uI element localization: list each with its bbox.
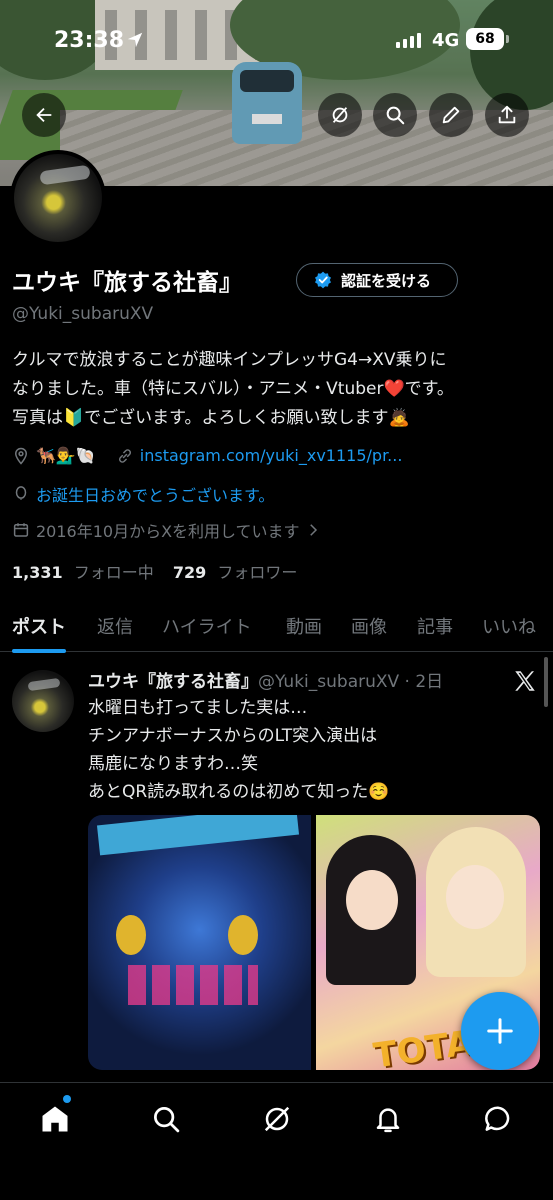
nav-home[interactable] (35, 1099, 75, 1139)
bio-line: クルマで放浪することが趣味インプレッサG4→XV乗りに (12, 350, 447, 370)
get-verified-label: 認証を受ける (341, 271, 432, 290)
back-arrow-icon (36, 107, 52, 123)
search-button[interactable] (373, 93, 417, 137)
post-line: 水曜日も打ってました実は… (88, 698, 308, 718)
following-count[interactable]: 1,331 (12, 563, 63, 582)
status-time: 23:38 (54, 28, 125, 53)
birthday-row: お誕生日おめでとうございます。 (12, 482, 274, 506)
messages-icon (485, 1106, 510, 1131)
notification-dot (63, 1095, 71, 1103)
joined-row[interactable]: 2016年10月からXを利用しています (12, 518, 328, 542)
tab-highlights[interactable]: ハイライト (162, 600, 252, 652)
tab-articles[interactable]: 記事 (417, 600, 453, 652)
location-pin-icon (14, 447, 28, 465)
signal-icon (396, 32, 421, 48)
get-verified-button[interactable]: 認証を受ける (296, 263, 458, 297)
share-icon (498, 105, 516, 124)
bio-line: なりました。車（特にスバル）・アニメ・Vtuber❤️です。 (12, 379, 454, 399)
bottom-nav (0, 1082, 553, 1200)
followers-count[interactable]: 729 (173, 563, 206, 582)
followers-label[interactable]: フォロワー (217, 563, 297, 582)
nav-search[interactable] (146, 1099, 186, 1139)
search-icon (386, 106, 405, 125)
link-icon (118, 448, 131, 463)
nav-messages[interactable] (478, 1099, 518, 1139)
home-icon (42, 1106, 68, 1132)
post-image-pachinko[interactable] (88, 815, 311, 1070)
tab-images[interactable]: 画像 (351, 600, 387, 652)
post-line: チンアナボーナスからのLT突入演出は (88, 726, 378, 746)
grok-button[interactable] (318, 93, 362, 137)
following-label[interactable]: フォロー中 (74, 563, 154, 582)
post-line: あとQR読み取れるのは初めて知った☺️ (88, 782, 390, 802)
profile-link[interactable]: instagram.com/yuki_xv1115/pr... (140, 446, 403, 465)
post-header[interactable]: ユウキ『旅する社畜』@Yuki_subaruXV · 2日 (88, 667, 443, 692)
joined-text: 2016年10月からXを利用しています (36, 522, 300, 541)
profile-name: ユウキ『旅する社畜』 (12, 270, 242, 296)
tab-videos[interactable]: 動画 (286, 600, 322, 652)
profile-avatar[interactable] (10, 150, 106, 246)
post-avatar[interactable] (12, 670, 74, 732)
bio-line: 写真は🔰でございます。よろしくお願い致します🙇 (12, 408, 410, 428)
back-button[interactable] (22, 93, 66, 137)
bell-icon (376, 1108, 400, 1133)
nav-notifications[interactable] (368, 1099, 408, 1139)
pencil-icon (442, 106, 460, 124)
chevron-right-icon (309, 524, 317, 536)
tab-posts[interactable]: ポスト (12, 600, 66, 653)
profile-bio: クルマで放浪することが趣味インプレッサG4→XV乗りに なりました。車（特にスバ… (12, 346, 542, 433)
edit-button[interactable] (429, 93, 473, 137)
status-bar: 23:38 4G 68 (0, 0, 553, 84)
scrollbar[interactable] (544, 657, 548, 707)
birthday-text: お誕生日おめでとうございます。 (36, 486, 275, 505)
post-text: 水曜日も打ってました実は… チンアナボーナスからのLT突入演出は 馬鹿になります… (88, 694, 389, 806)
network-label: 4G (432, 30, 460, 51)
location-arrow-icon (127, 32, 143, 48)
compose-button[interactable] (461, 992, 539, 1070)
balloon-icon (15, 486, 27, 500)
profile-meta-row: 🐕‍🦺💁‍♂️🐚 instagram.com/yuki_xv1115/pr... (12, 446, 402, 465)
calendar-icon (13, 523, 29, 537)
grok-icon (332, 107, 348, 123)
profile-handle: @Yuki_subaruXV (12, 304, 154, 324)
follow-stats: 1,331 フォロー中 729 フォロワー (12, 559, 297, 583)
x-logo-icon (515, 671, 535, 691)
verified-badge-icon (315, 271, 331, 289)
plus-icon (487, 1018, 513, 1044)
post-meta: @Yuki_subaruXV · 2日 (258, 672, 444, 692)
profile-location: 🐕‍🦺💁‍♂️🐚 (36, 446, 96, 465)
search-icon (154, 1107, 180, 1133)
battery-icon: 68 (466, 28, 504, 50)
tab-likes[interactable]: いいね (482, 600, 536, 652)
grok-icon (264, 1106, 290, 1132)
nav-grok[interactable] (257, 1099, 297, 1139)
post-line: 馬鹿になりますわ…笑 (88, 754, 258, 774)
profile-tabs: ポスト 返信 ハイライト 動画 画像 記事 いいね (0, 600, 553, 653)
tab-replies[interactable]: 返信 (97, 600, 133, 652)
post-author-name: ユウキ『旅する社畜』 (88, 672, 258, 692)
share-button[interactable] (485, 93, 529, 137)
